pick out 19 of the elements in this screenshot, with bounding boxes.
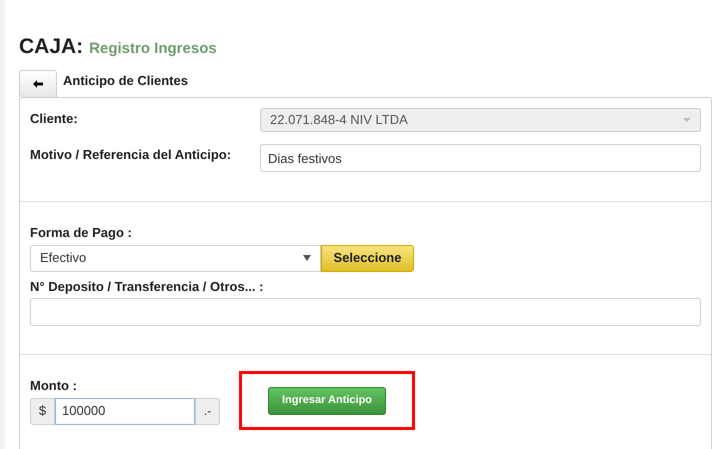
amount-input[interactable]: 100000 [55, 398, 195, 424]
arrow-left-icon [33, 80, 43, 88]
payment-select[interactable]: Efectivo [30, 244, 321, 272]
field-label: Forma de Pago : [30, 224, 133, 242]
field-label: Cliente: [30, 110, 79, 128]
field-label: Monto : [30, 377, 78, 395]
page-subtitle: Registro Ingresos [89, 39, 217, 59]
select-button[interactable]: Seleccione [321, 244, 414, 272]
field-label: N° Deposito / Transferencia / Otros... : [30, 278, 264, 296]
caret-icon [683, 118, 691, 122]
section-title: Anticipo de Clientes [63, 72, 188, 90]
field-label: Motivo / Referencia del Anticipo: [30, 146, 232, 164]
page-title: CAJA: [19, 34, 84, 60]
currency-addon: $ [30, 398, 55, 424]
deposit-input[interactable] [30, 298, 701, 326]
back-button[interactable] [19, 70, 57, 97]
motivo-input[interactable]: Dias festivos [260, 144, 701, 172]
caret-icon [303, 255, 311, 261]
suffix-addon: .- [195, 398, 220, 424]
